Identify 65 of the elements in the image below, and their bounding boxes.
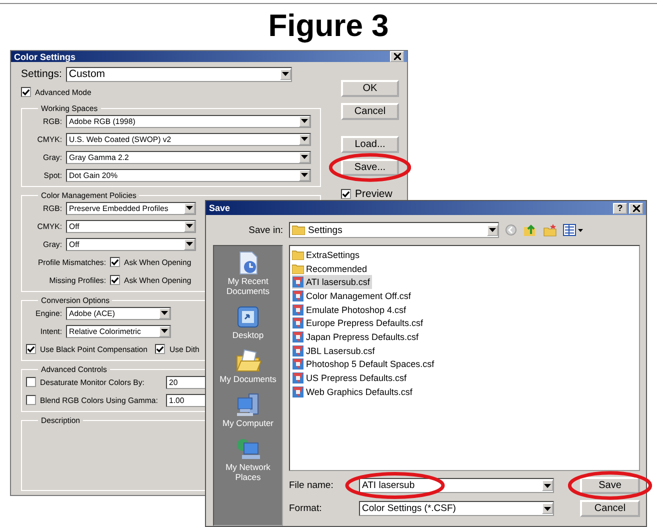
checkbox[interactable] xyxy=(341,189,351,199)
file-item[interactable]: ExtraSettings xyxy=(292,248,362,262)
open-folder-icon xyxy=(235,348,261,374)
settings-file-icon xyxy=(292,330,304,343)
network-computers-icon xyxy=(235,436,261,462)
dialog-button[interactable]: Cancel xyxy=(580,500,640,517)
place-shortcut[interactable]: Desktop xyxy=(215,304,281,340)
settings-file-icon xyxy=(292,386,304,398)
close-button[interactable] xyxy=(390,51,404,62)
file-item[interactable]: US Prepress Defaults.csf xyxy=(292,371,409,385)
file-item[interactable]: Web Graphics Defaults.csf xyxy=(292,384,414,399)
field-label: File name: xyxy=(289,480,334,491)
close-icon xyxy=(632,204,640,212)
dialog-button[interactable]: Cancel xyxy=(341,103,399,120)
close-button[interactable] xyxy=(629,202,643,214)
window-title: Save xyxy=(209,203,230,213)
dialog-button[interactable]: OK xyxy=(341,80,399,97)
settings-label: Settings: xyxy=(21,68,62,80)
format-dropdown[interactable]: Color Settings (*.CSF) xyxy=(359,501,554,516)
file-item[interactable]: JBL Lasersub.csf xyxy=(292,344,377,358)
checkbox[interactable] xyxy=(26,395,36,405)
help-button[interactable]: ? xyxy=(613,202,627,214)
settings-file-icon xyxy=(292,372,304,384)
field-label: Format: xyxy=(289,503,323,514)
file-item[interactable]: Photoshop 5 Default Spaces.csf xyxy=(292,358,436,372)
dropdown-field[interactable]: Custom xyxy=(66,66,292,82)
settings-file-icon xyxy=(292,358,304,370)
figure-caption: Figure 3 xyxy=(267,8,390,44)
file-item[interactable]: Europe Prepress Defaults.csf xyxy=(292,316,426,330)
settings-file-icon xyxy=(292,317,304,330)
settings-file-icon xyxy=(292,304,304,316)
computer-icon xyxy=(235,392,261,418)
checkbox[interactable] xyxy=(155,344,166,354)
dialog-button[interactable]: Save xyxy=(580,477,640,494)
desktop-icon xyxy=(235,304,261,330)
place-shortcut[interactable]: My Computer xyxy=(215,392,281,428)
folder-icon xyxy=(292,250,304,260)
new-folder-icon[interactable] xyxy=(543,224,557,236)
save-in-dropdown[interactable]: Settings xyxy=(289,222,499,238)
file-name-field[interactable]: ATI lasersub xyxy=(359,478,554,493)
settings-file-icon xyxy=(292,276,304,288)
settings-file-icon xyxy=(292,290,304,302)
dialog-button[interactable]: Save... xyxy=(341,159,399,176)
file-item[interactable]: Japan Prepress Defaults.csf xyxy=(292,330,421,344)
checkbox[interactable] xyxy=(110,275,120,285)
place-shortcut[interactable]: My Documents xyxy=(215,348,281,384)
place-shortcut[interactable]: My Network Places xyxy=(215,436,281,482)
checkbox-label: Preview xyxy=(355,188,392,200)
window-title: Color Settings xyxy=(14,52,76,62)
place-shortcut[interactable]: My Recent Documents xyxy=(215,250,281,296)
view-menu-icon[interactable] xyxy=(563,224,583,236)
file-item[interactable]: ATI lasersub.csf xyxy=(292,275,372,290)
file-item[interactable]: Recommended xyxy=(292,262,370,276)
checkbox[interactable] xyxy=(21,87,31,97)
checkbox[interactable] xyxy=(110,257,120,267)
dialog-button[interactable]: Load... xyxy=(341,136,399,153)
field-label: Save in: xyxy=(248,224,283,236)
folder-icon xyxy=(292,225,305,235)
file-item[interactable]: Color Management Off.csf xyxy=(292,289,413,303)
file-item[interactable]: Emulate Photoshop 4.csf xyxy=(292,302,408,316)
checkbox[interactable] xyxy=(26,344,36,354)
settings-file-icon xyxy=(292,344,304,357)
checkbox[interactable] xyxy=(26,377,36,387)
back-icon[interactable] xyxy=(505,224,517,236)
close-icon xyxy=(394,53,400,60)
